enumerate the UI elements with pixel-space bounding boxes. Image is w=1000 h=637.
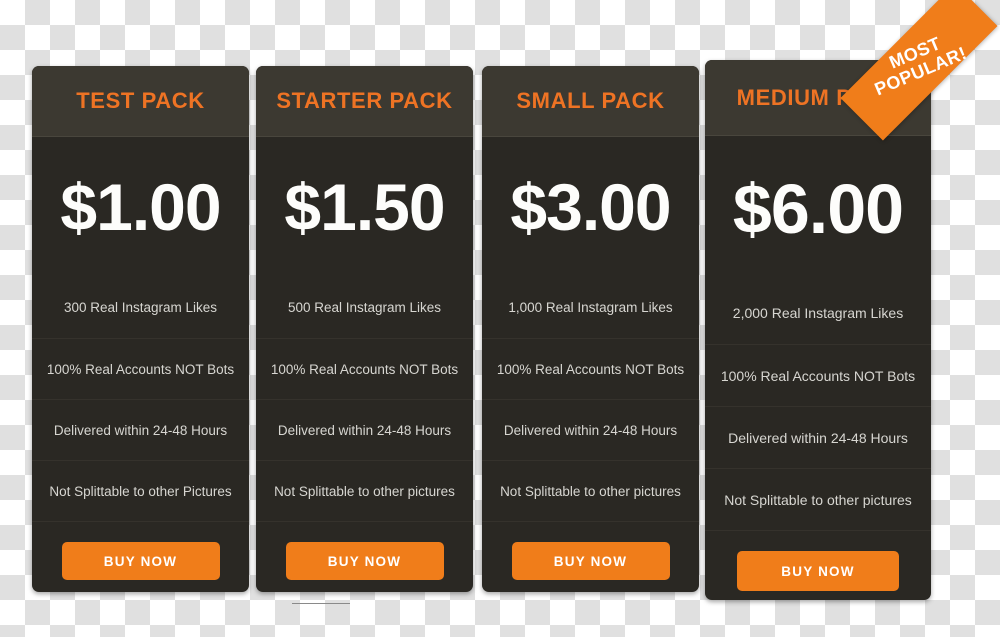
plan-price: $6.00 <box>732 170 904 248</box>
cta-zone: BUY NOW <box>32 521 249 592</box>
feature-item: Not Splittable to other pictures <box>256 460 473 521</box>
feature-item: 2,000 Real Instagram Likes <box>732 305 904 321</box>
ribbon-label: MOST POPULAR! <box>868 26 970 99</box>
feature-item: 500 Real Instagram Likes <box>287 300 442 315</box>
card-header: SMALL PACK <box>482 66 699 137</box>
feature-item: Delivered within 24-48 Hours <box>256 399 473 460</box>
card-header: TEST PACK <box>32 66 249 137</box>
plan-title: SMALL PACK <box>516 88 665 113</box>
buy-now-button[interactable]: BUY NOW <box>285 542 444 580</box>
feature-item: 1,000 Real Instagram Likes <box>508 300 673 315</box>
feature-item: Delivered within 24-48 Hours <box>32 399 249 460</box>
feature-list: 300 Real Instagram Likes 100% Real Accou… <box>32 277 249 521</box>
plan-title: TEST PACK <box>76 88 205 113</box>
buy-now-button[interactable]: BUY NOW <box>737 551 899 591</box>
cta-zone: BUY NOW <box>256 521 473 592</box>
feature-list: 2,000 Real Instagram Likes 100% Real Acc… <box>705 282 931 530</box>
feature-list: 1,000 Real Instagram Likes 100% Real Acc… <box>482 277 699 521</box>
plan-price: $3.00 <box>510 170 671 244</box>
pricing-card-starter-pack[interactable]: STARTER PACK $1.50 500 Real Instagram Li… <box>256 66 473 592</box>
price-block: $1.50 <box>256 137 473 277</box>
feature-item: 300 Real Instagram Likes <box>63 300 218 315</box>
pricing-card-medium-pack[interactable]: MEDIUM PACK $6.00 2,000 Real Instagram L… <box>705 60 931 600</box>
feature-item: Not Splittable to other pictures <box>705 468 931 530</box>
pricing-card-small-pack[interactable]: SMALL PACK $3.00 1,000 Real Instagram Li… <box>482 66 699 592</box>
feature-item: 100% Real Accounts NOT Bots <box>705 344 931 406</box>
plan-title: STARTER PACK <box>276 88 453 113</box>
cta-zone: BUY NOW <box>482 521 699 592</box>
feature-item: Delivered within 24-48 Hours <box>705 406 931 468</box>
cta-zone: BUY NOW <box>705 530 931 600</box>
feature-list: 500 Real Instagram Likes 100% Real Accou… <box>256 277 473 521</box>
buy-now-button[interactable]: BUY NOW <box>61 542 220 580</box>
feature-item: Not Splittable to other pictures <box>482 460 699 521</box>
feature-item: 100% Real Accounts NOT Bots <box>482 338 699 399</box>
card-header: STARTER PACK <box>256 66 473 137</box>
feature-item: Delivered within 24-48 Hours <box>482 399 699 460</box>
feature-item: Not Splittable to other Pictures <box>32 460 249 521</box>
pricing-card-test-pack[interactable]: TEST PACK $1.00 300 Real Instagram Likes… <box>32 66 249 592</box>
plan-price: $1.50 <box>284 170 445 244</box>
buy-now-button[interactable]: BUY NOW <box>511 542 670 580</box>
price-block: $6.00 <box>705 136 931 282</box>
plan-price: $1.00 <box>60 170 221 244</box>
shadow-artifact <box>292 603 350 604</box>
price-block: $3.00 <box>482 137 699 277</box>
pricing-table: TEST PACK $1.00 300 Real Instagram Likes… <box>0 0 1000 637</box>
feature-item: 100% Real Accounts NOT Bots <box>32 338 249 399</box>
feature-item: 100% Real Accounts NOT Bots <box>256 338 473 399</box>
price-block: $1.00 <box>32 137 249 277</box>
